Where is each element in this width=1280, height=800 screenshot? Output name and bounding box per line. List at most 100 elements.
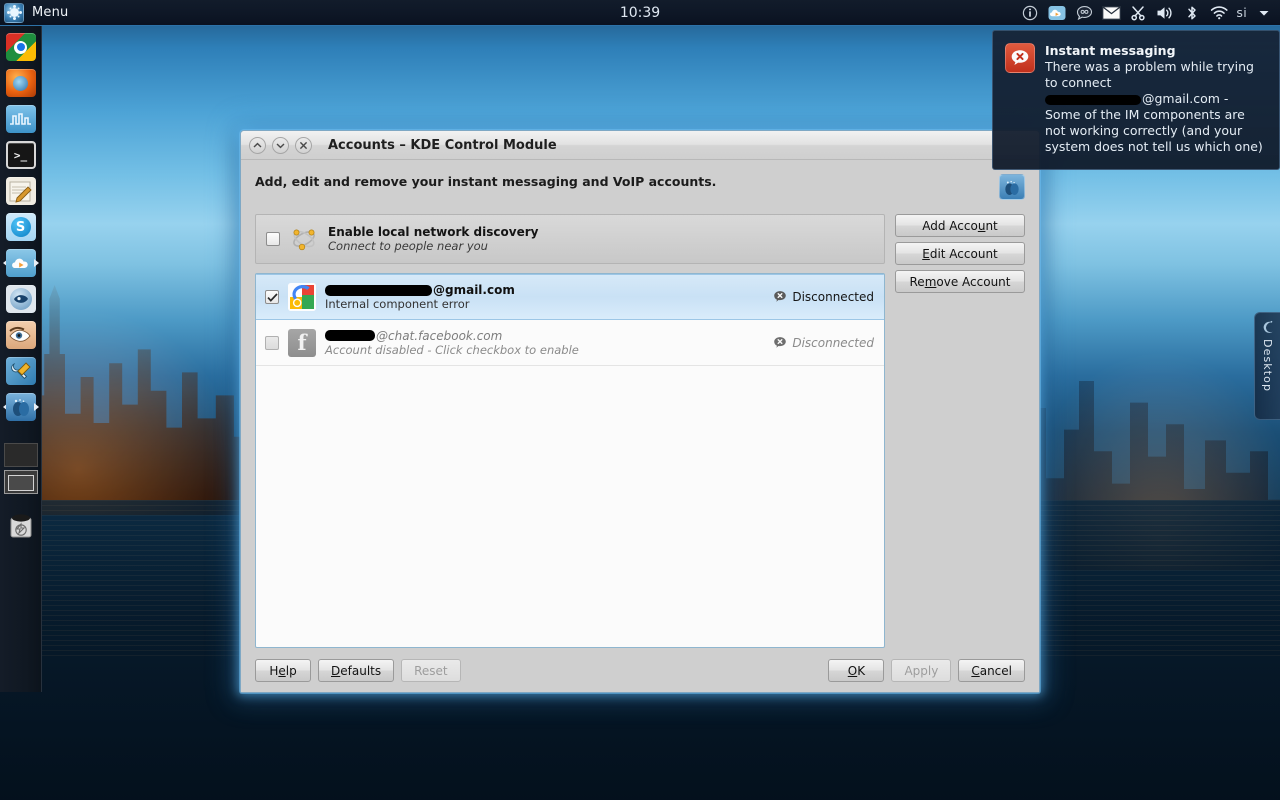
wireshark-icon xyxy=(5,105,36,133)
pager-desktop-1[interactable] xyxy=(3,443,38,467)
kcm-caption: Add, edit and remove your instant messag… xyxy=(255,174,717,189)
system-tray: si xyxy=(1020,0,1280,26)
taskbar-item-cloud-player[interactable] xyxy=(2,247,39,279)
pager-desktop-2[interactable] xyxy=(3,470,38,494)
account-name-gmail: @gmail.com xyxy=(325,283,764,297)
disconnected-icon xyxy=(774,291,787,302)
shade-button[interactable] xyxy=(249,136,266,154)
redacted-account-name xyxy=(325,330,375,341)
minimize-button[interactable] xyxy=(272,136,289,154)
top-panel: Menu 10:39 si xyxy=(0,0,1280,26)
menu-label: Menu xyxy=(32,5,69,20)
dock-separator xyxy=(0,427,41,441)
account-actions: Add Account Edit Account Remove Account xyxy=(895,214,1025,648)
add-account-label: Add Account xyxy=(922,218,998,233)
accounts-column: Enable local network discovery Connect t… xyxy=(255,214,885,648)
salut-local-network-icon xyxy=(289,225,319,253)
desktop-pager[interactable] xyxy=(3,443,38,494)
notification-line-2: to connect xyxy=(1045,75,1112,90)
account-row-facebook[interactable]: f @chat.facebook.com Account disabled - … xyxy=(256,320,884,366)
account-row-gmail[interactable]: @gmail.com Internal component error Disc… xyxy=(256,274,884,320)
kde-menu-icon xyxy=(4,2,24,23)
notification-line-6: system does not tell us which one) xyxy=(1045,139,1263,154)
facebook-chat-icon: f xyxy=(288,328,316,357)
account-info-facebook: @chat.facebook.com Account disabled - Cl… xyxy=(325,329,764,357)
window-titlebar[interactable]: Accounts – KDE Control Module xyxy=(241,131,1039,160)
firefox-icon xyxy=(5,69,36,97)
bluetooth-icon[interactable] xyxy=(1182,4,1202,22)
terminal-icon: >_ xyxy=(5,141,36,169)
launcher-wireshark[interactable] xyxy=(4,103,38,135)
notification-line-5: not working correctly (and your xyxy=(1045,123,1243,138)
desktop-toolbox-tab[interactable]: Desktop xyxy=(1254,312,1280,420)
konqueror-icon xyxy=(5,285,36,313)
account-status-text-gmail: Internal component error xyxy=(325,297,470,311)
launcher-eye-viewer[interactable] xyxy=(4,319,38,351)
disconnected-icon xyxy=(774,336,787,348)
apply-label: Apply xyxy=(904,663,939,678)
remove-account-label: Remove Account xyxy=(909,274,1011,289)
launcher-system-settings[interactable] xyxy=(4,355,38,387)
klipper-scissors-icon[interactable] xyxy=(1128,4,1148,22)
kcm-header: Add, edit and remove your instant messag… xyxy=(255,174,1025,200)
apply-button: Apply xyxy=(891,659,952,682)
mail-envelope-icon[interactable] xyxy=(1101,4,1121,22)
keyboard-layout-icon[interactable]: si xyxy=(1236,5,1247,20)
notes-pencil-icon xyxy=(5,177,36,205)
cancel-label: Cancel xyxy=(971,663,1012,678)
launcher-notes[interactable] xyxy=(4,175,38,207)
connection-status-label: Disconnected xyxy=(792,335,874,350)
notification-line-4: Some of the IM components are xyxy=(1045,107,1245,122)
account-name-facebook: @chat.facebook.com xyxy=(325,329,764,343)
edit-account-label: Edit Account xyxy=(922,246,998,261)
lan-discovery-row[interactable]: Enable local network discovery Connect t… xyxy=(255,214,885,264)
notification-line-1: There was a problem while trying xyxy=(1045,59,1254,74)
telepathy-accounts-icon xyxy=(5,393,36,421)
defaults-button[interactable]: Defaults xyxy=(318,659,395,682)
remove-account-button[interactable]: Remove Account xyxy=(895,270,1025,293)
taskbar-item-telepathy[interactable] xyxy=(2,391,39,423)
lan-discovery-title: Enable local network discovery xyxy=(328,225,539,239)
info-icon[interactable] xyxy=(1020,4,1040,22)
launcher-konqueror[interactable] xyxy=(4,283,38,315)
account-enabled-checkbox-facebook[interactable] xyxy=(265,335,279,350)
launcher-skype[interactable]: S xyxy=(4,211,38,243)
launcher-terminal[interactable]: >_ xyxy=(4,139,38,171)
application-menu-button[interactable]: Menu xyxy=(0,0,79,26)
launcher-chrome[interactable] xyxy=(4,31,38,63)
skype-icon: S xyxy=(5,213,36,241)
accounts-kcm-window: Accounts – KDE Control Module Add, edit … xyxy=(240,130,1040,693)
notification-title: Instant messaging xyxy=(1045,43,1176,58)
lan-discovery-checkbox[interactable] xyxy=(266,232,280,246)
account-enabled-checkbox-gmail[interactable] xyxy=(265,290,279,304)
reset-label: Reset xyxy=(414,663,448,678)
redacted-account-name xyxy=(325,284,432,296)
notification-account-line: @gmail.com - xyxy=(1045,91,1263,107)
left-dock-panel: >_ S xyxy=(0,26,42,692)
close-button[interactable] xyxy=(295,136,312,154)
cloud-player-icon xyxy=(5,249,36,277)
trash-icon[interactable] xyxy=(4,508,38,542)
lan-discovery-text: Enable local network discovery Connect t… xyxy=(328,225,538,253)
edit-account-button[interactable]: Edit Account xyxy=(895,242,1025,265)
tray-expand-arrow-icon[interactable] xyxy=(1254,4,1274,22)
eye-icon xyxy=(5,321,36,349)
reset-button: Reset xyxy=(401,659,461,682)
cloud-media-icon[interactable] xyxy=(1047,4,1067,22)
connection-status-gmail: Disconnected xyxy=(773,290,876,304)
cashew-icon xyxy=(1263,320,1273,333)
chrome-icon xyxy=(5,33,36,61)
add-account-button[interactable]: Add Account xyxy=(895,214,1025,237)
help-button[interactable]: Help xyxy=(255,659,311,682)
chat-bubble-icon[interactable] xyxy=(1074,4,1094,22)
volume-icon[interactable] xyxy=(1155,4,1175,22)
cancel-button[interactable]: Cancel xyxy=(958,659,1025,682)
notification-popup[interactable]: Instant messaging There was a problem wh… xyxy=(992,30,1280,170)
accounts-list[interactable]: @gmail.com Internal component error Disc… xyxy=(255,273,885,648)
ok-button[interactable]: OK xyxy=(828,659,885,682)
redacted-account-name xyxy=(1045,94,1141,105)
wifi-icon[interactable] xyxy=(1209,4,1229,22)
launcher-firefox[interactable] xyxy=(4,67,38,99)
defaults-label: Defaults xyxy=(331,663,382,678)
content-row: Enable local network discovery Connect t… xyxy=(255,214,1025,648)
